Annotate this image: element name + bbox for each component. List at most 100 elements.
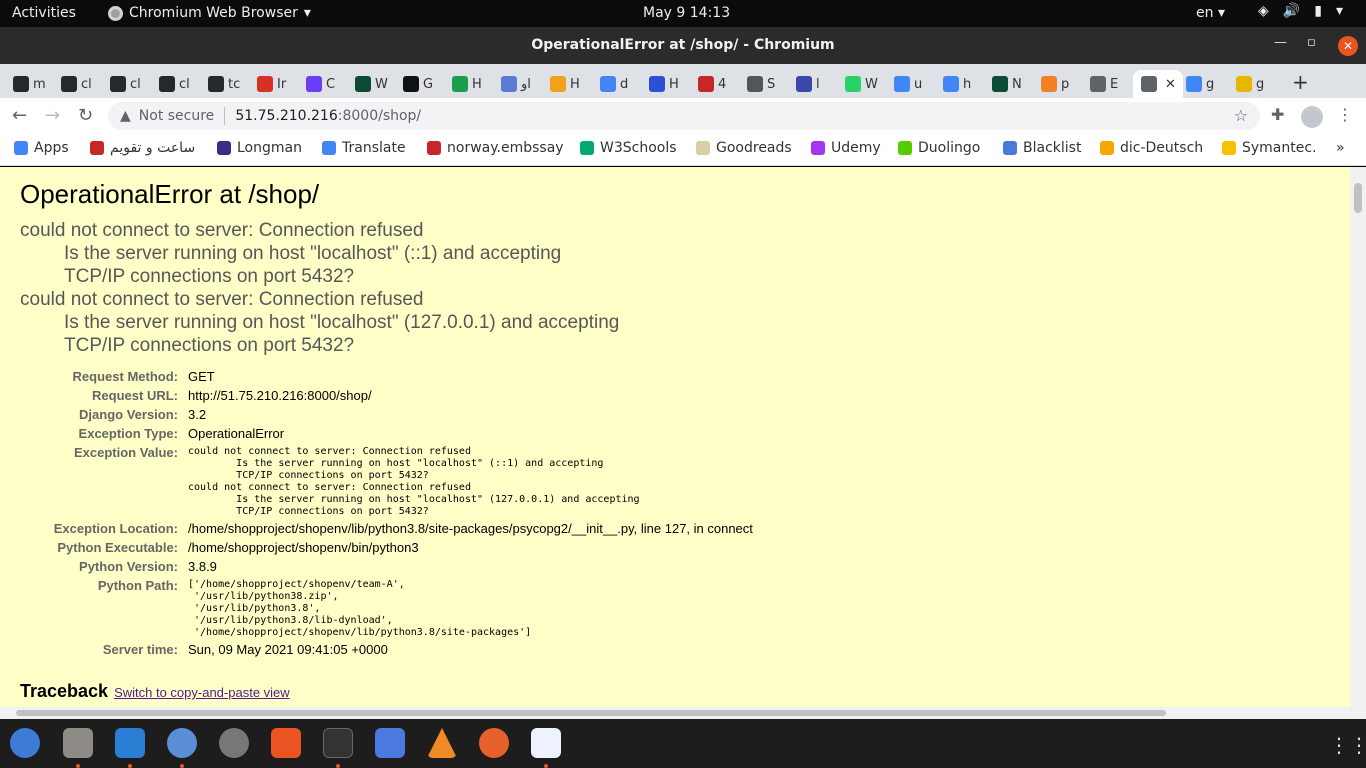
volume-icon: 🔊 xyxy=(1282,3,1301,19)
tab-label: d xyxy=(620,76,629,92)
meta-label-exception-type: Exception Type: xyxy=(78,426,178,441)
chromium-dock-icon[interactable] xyxy=(167,728,197,758)
google-icon xyxy=(600,76,616,92)
tab-23[interactable]: E xyxy=(1090,70,1136,98)
tab-25[interactable]: g xyxy=(1186,70,1232,98)
maximize-button[interactable]: ▫ xyxy=(1307,35,1316,50)
forward-arrow-icon[interactable]: → xyxy=(45,105,60,126)
bookmark-8[interactable]: Udemy xyxy=(811,140,881,156)
bookmark-label: Translate xyxy=(342,140,406,156)
tab-2[interactable]: cl xyxy=(61,70,107,98)
minimize-button[interactable]: — xyxy=(1274,35,1287,50)
not-secure-label[interactable]: Not secure xyxy=(139,108,215,124)
bookmark-5[interactable]: norway.embssay xyxy=(427,140,564,156)
bookmark-3[interactable]: Longman xyxy=(217,140,302,156)
app-menu[interactable]: Chromium Web Browser ▾ xyxy=(108,5,311,21)
vlc-icon[interactable] xyxy=(427,728,457,758)
google-icon xyxy=(1186,76,1202,92)
meta-label-server-time: Server time: xyxy=(102,642,178,657)
tab-6[interactable]: Ir xyxy=(257,70,303,98)
tab-icon xyxy=(403,76,419,92)
tab-22[interactable]: p xyxy=(1041,70,1087,98)
text-editor-icon[interactable] xyxy=(531,728,561,758)
bookmark-star-icon[interactable]: ☆ xyxy=(1234,106,1248,125)
thunderbird-icon[interactable] xyxy=(10,728,40,758)
tab-label: او xyxy=(521,76,531,92)
bookmark-1[interactable]: Apps xyxy=(14,140,69,156)
clock[interactable]: May 9 14:13 xyxy=(643,5,730,21)
tab-label: H xyxy=(669,76,679,92)
tab-20[interactable]: h xyxy=(943,70,989,98)
firefox-icon[interactable] xyxy=(479,728,509,758)
copy-paste-view-link[interactable]: Switch to copy-and-paste view xyxy=(114,685,290,700)
grid-icon xyxy=(747,76,763,92)
bookmark-2[interactable]: ساعت و تقویم xyxy=(90,140,195,156)
tab-9[interactable]: G xyxy=(403,70,449,98)
tab-label: g xyxy=(1256,76,1265,92)
tab-19[interactable]: u xyxy=(894,70,940,98)
tab-14[interactable]: H xyxy=(649,70,695,98)
tab-label: G xyxy=(423,76,434,92)
tab-13[interactable]: d xyxy=(600,70,646,98)
symantec-icon xyxy=(1222,141,1236,155)
tab-16[interactable]: S xyxy=(747,70,793,98)
back-arrow-icon[interactable]: ← xyxy=(12,105,27,126)
tab-4[interactable]: cl xyxy=(159,70,205,98)
vertical-scrollbar[interactable] xyxy=(1350,167,1366,707)
tab-15[interactable]: 4 xyxy=(698,70,744,98)
extensions-icon[interactable]: ✚ xyxy=(1271,105,1284,124)
bookmark-11[interactable]: dic-Deutsch xyxy=(1100,140,1203,156)
close-window-button[interactable]: ✕ xyxy=(1338,36,1358,56)
tab-1[interactable]: m xyxy=(13,70,59,98)
address-bar[interactable]: ▲ Not secure 51.75.210.216:8000/shop/ ☆ xyxy=(108,102,1260,130)
system-menu[interactable]: ◈ 🔊 ▮ ▾ xyxy=(1258,3,1343,19)
tab-3[interactable]: cl xyxy=(110,70,156,98)
bookmark-7[interactable]: Goodreads xyxy=(696,140,792,156)
bookmarks-overflow-icon[interactable]: » xyxy=(1336,140,1345,156)
tab-21[interactable]: N xyxy=(992,70,1038,98)
vscode-icon[interactable] xyxy=(115,728,145,758)
activities-button[interactable]: Activities xyxy=(12,5,76,21)
profile-avatar[interactable] xyxy=(1301,106,1323,128)
kebab-menu-icon[interactable]: ⋮ xyxy=(1337,105,1353,124)
reload-icon[interactable]: ↻ xyxy=(78,105,93,126)
stack-icon xyxy=(1041,76,1057,92)
terminal-icon[interactable] xyxy=(323,728,353,758)
tab-10[interactable]: H xyxy=(452,70,498,98)
django-error-page: OperationalError at /shop/ could not con… xyxy=(0,167,1350,707)
system-top-bar: Activities Chromium Web Browser ▾ May 9 … xyxy=(0,0,1366,27)
software-store-icon[interactable] xyxy=(271,728,301,758)
language-indicator[interactable]: en ▾ xyxy=(1196,5,1225,21)
vertical-scroll-thumb[interactable] xyxy=(1354,183,1362,213)
bookmark-12[interactable]: Symantec. xyxy=(1222,140,1317,156)
bookmark-10[interactable]: Blacklist xyxy=(1003,140,1081,156)
bookmark-6[interactable]: W3Schools xyxy=(580,140,677,156)
horizontal-scrollbar[interactable] xyxy=(0,707,1366,719)
bookmark-label: Apps xyxy=(34,140,69,156)
dic-icon xyxy=(1100,141,1114,155)
tab-5[interactable]: tc xyxy=(208,70,254,98)
tab-8[interactable]: W xyxy=(355,70,401,98)
show-applications-icon[interactable]: ⋮⋮⋮ xyxy=(1329,733,1366,757)
url-path: :8000/shop/ xyxy=(337,108,422,124)
bookmark-4[interactable]: Translate xyxy=(322,140,406,156)
tab-18[interactable]: W xyxy=(845,70,891,98)
error-summary-line: TCP/IP connections on port 5432? xyxy=(64,266,355,287)
tab-12[interactable]: H xyxy=(550,70,596,98)
screenshot-icon[interactable] xyxy=(375,728,405,758)
meta-value-django-version: 3.2 xyxy=(188,407,207,422)
bookmark-9[interactable]: Duolingo xyxy=(898,140,980,156)
tab-17[interactable]: ا xyxy=(796,70,842,98)
tab-26[interactable]: g xyxy=(1236,70,1282,98)
tab-7[interactable]: C xyxy=(306,70,352,98)
new-tab-button[interactable]: + xyxy=(1292,70,1309,94)
close-tab-icon[interactable]: ✕ xyxy=(1165,77,1176,92)
tab-label: H xyxy=(472,76,482,92)
settings-gear-icon[interactable] xyxy=(219,728,249,758)
horizontal-scroll-thumb[interactable] xyxy=(16,710,1166,716)
tab-24[interactable]: ✕ xyxy=(1133,70,1183,98)
files-icon[interactable] xyxy=(63,728,93,758)
meta-value-exception-value: could not connect to server: Connection … xyxy=(188,446,640,517)
tab-11[interactable]: او xyxy=(501,70,547,98)
bookmark-label: Blacklist xyxy=(1023,140,1082,156)
